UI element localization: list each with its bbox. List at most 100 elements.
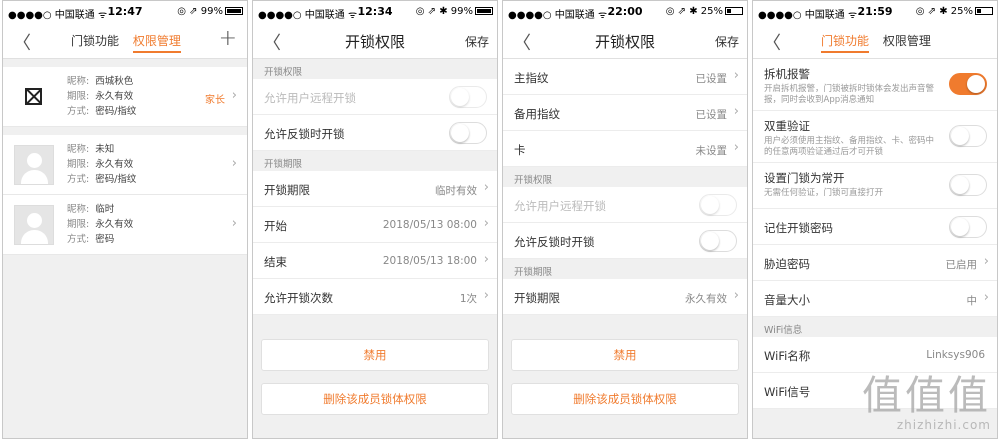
delete-member-permission-button[interactable]: 删除该成员锁体权限 xyxy=(511,383,739,415)
toggle-switch[interactable] xyxy=(949,216,987,238)
setting-label: WiFi名称 xyxy=(764,349,811,363)
user-avatar-icon xyxy=(14,145,54,185)
save-button[interactable]: 保存 xyxy=(465,33,489,50)
toggle-switch[interactable] xyxy=(949,73,987,95)
member-info: 昵称: 临时 期限: 永久有效 方式: 密码 xyxy=(67,202,133,247)
setting-wifi-name: WiFi名称 Linksys906 xyxy=(753,337,997,373)
toggle-switch[interactable] xyxy=(699,230,737,252)
tab-bar: 门锁功能 权限管理 xyxy=(71,32,191,53)
toggle-switch[interactable] xyxy=(949,174,987,196)
field-label: 昵称: xyxy=(67,144,90,155)
watermark-url: zhizhizhi.com xyxy=(896,418,991,432)
disable-button[interactable]: 禁用 xyxy=(511,339,739,371)
setting-label: WiFi信号 xyxy=(764,385,811,399)
nav-bar: 〈 开锁权限 保存 xyxy=(253,23,497,59)
save-button[interactable]: 保存 xyxy=(715,33,739,50)
setting-value: Linksys906 xyxy=(926,349,985,361)
delete-member-permission-button[interactable]: 删除该成员锁体权限 xyxy=(261,383,489,415)
toggle-switch[interactable] xyxy=(449,122,487,144)
section-header: 开锁期限 xyxy=(503,259,747,279)
settings-list: 主指纹 已设置 › 备用指纹 已设置 › 卡 未设置 › 开锁权限 允许用户远程… xyxy=(503,59,747,415)
battery-icon xyxy=(475,7,493,15)
setting-unlock-count[interactable]: 允许开锁次数 1次 › xyxy=(253,279,497,315)
setting-volume[interactable]: 音量大小 中 › xyxy=(753,281,997,317)
status-icons: ◎ ⇗ ✱ xyxy=(915,6,948,17)
setting-label: 允许用户远程开锁 xyxy=(264,91,356,105)
setting-unlock-term[interactable]: 开锁期限 永久有效 › xyxy=(503,279,747,315)
setting-label: 记住开锁密码 xyxy=(764,221,833,235)
setting-tamper-alarm: 拆机报警 开启拆机报警，门锁被拆时锁体会发出声音警报，同时会收到App消息通知 xyxy=(753,59,997,111)
toggle-switch[interactable] xyxy=(949,125,987,147)
status-bar: ●●●●○ 中国联通 ᯤ 22:00 ◎ ⇗ ✱ 25% xyxy=(503,1,747,23)
member-term: 永久有效 xyxy=(95,91,134,102)
tab-lock-functions[interactable]: 门锁功能 xyxy=(821,34,870,53)
setting-label: 允许用户远程开锁 xyxy=(514,199,606,213)
member-nickname: 未知 xyxy=(95,144,115,155)
screen-lock-functions: ●●●●○ 中国联通 ᯤ 21:59 ◎ ⇗ ✱ 25% 〈 门锁功能 权限管理… xyxy=(752,0,998,439)
settings-list: 拆机报警 开启拆机报警，门锁被拆时锁体会发出声音警报，同时会收到App消息通知 … xyxy=(753,59,997,409)
field-label: 方式: xyxy=(67,174,90,185)
setting-label: 音量大小 xyxy=(764,293,810,307)
setting-unlock-when-deadlocked: 允许反锁时开锁 xyxy=(503,223,747,259)
chevron-right-icon: › xyxy=(483,216,489,231)
screen-unlock-permission-permanent: ●●●●○ 中国联通 ᯤ 22:00 ◎ ⇗ ✱ 25% 〈 开锁权限 保存 主… xyxy=(502,0,748,439)
setting-value: 未设置 xyxy=(695,145,728,157)
add-icon[interactable]: + xyxy=(219,26,237,51)
battery-indicator: ◎ ⇗ 99% xyxy=(177,6,243,17)
battery-indicator: ◎ ⇗ ✱ 25% xyxy=(916,6,993,17)
toggle-switch[interactable] xyxy=(699,194,737,216)
setting-backup-fingerprint[interactable]: 备用指纹 已设置 › xyxy=(503,95,747,131)
back-icon[interactable]: 〈 xyxy=(13,29,31,55)
member-nickname: 临时 xyxy=(95,204,115,215)
screen-member-list: ●●●●○ 中国联通 ᯤ 12:47 ◎ ⇗ 99% 〈 门锁功能 权限管理 +… xyxy=(2,0,248,439)
field-label: 期限: xyxy=(67,159,90,170)
tab-bar: 门锁功能 权限管理 xyxy=(821,32,941,53)
tab-lock-functions[interactable]: 门锁功能 xyxy=(71,34,119,51)
setting-start[interactable]: 开始 2018/05/13 08:00 › xyxy=(253,207,497,243)
member-row[interactable]: 昵称: 西城秋色 期限: 永久有效 方式: 密码/指纹 家长 › xyxy=(3,67,247,127)
battery-icon xyxy=(225,7,243,15)
member-info: 昵称: 未知 期限: 永久有效 方式: 密码/指纹 xyxy=(67,142,136,187)
setting-unlock-term[interactable]: 开锁期限 临时有效 › xyxy=(253,171,497,207)
member-method: 密码/指纹 xyxy=(95,174,137,185)
chevron-right-icon: › xyxy=(983,254,989,269)
setting-value: 1次 xyxy=(459,293,477,305)
setting-value: 永久有效 xyxy=(685,293,727,305)
setting-always-open: 设置门锁为常开 无需任何验证，门锁可直接打开 xyxy=(753,163,997,209)
chevron-right-icon: › xyxy=(733,68,739,83)
member-list: 昵称: 西城秋色 期限: 永久有效 方式: 密码/指纹 家长 › 昵称: 未知 期限: 永… xyxy=(3,59,247,255)
section-header: WiFi信息 xyxy=(753,317,997,337)
status-icons: ◎ ⇗ ✱ xyxy=(665,6,698,17)
tab-permissions[interactable]: 权限管理 xyxy=(883,34,931,51)
setting-end[interactable]: 结束 2018/05/13 18:00 › xyxy=(253,243,497,279)
member-method: 密码/指纹 xyxy=(95,106,137,117)
chevron-right-icon: › xyxy=(231,216,237,231)
setting-main-fingerprint[interactable]: 主指纹 已设置 › xyxy=(503,59,747,95)
setting-value: 已设置 xyxy=(695,109,728,121)
chevron-right-icon: › xyxy=(983,290,989,305)
setting-label: 开锁期限 xyxy=(264,183,310,197)
setting-label: 备用指纹 xyxy=(514,107,560,121)
section-header: 开锁期限 xyxy=(253,151,497,171)
settings-list: 开锁权限 允许用户远程开锁 允许反锁时开锁 开锁期限 开锁期限 临时有效 › 开… xyxy=(253,59,497,415)
member-row[interactable]: 昵称: 临时 期限: 永久有效 方式: 密码 › xyxy=(3,195,247,255)
back-icon[interactable]: 〈 xyxy=(763,29,781,55)
setting-card[interactable]: 卡 未设置 › xyxy=(503,131,747,167)
setting-label: 允许反锁时开锁 xyxy=(264,127,345,141)
member-term: 永久有效 xyxy=(95,219,134,230)
status-bar: ●●●●○ 中国联通 ᯤ 12:34 ◎ ⇗ ✱ 99% xyxy=(253,1,497,23)
battery-indicator: ◎ ⇗ ✱ 99% xyxy=(416,6,493,17)
member-info: 昵称: 西城秋色 期限: 永久有效 方式: 密码/指纹 xyxy=(67,74,136,119)
setting-label: 允许开锁次数 xyxy=(264,291,333,305)
field-label: 方式: xyxy=(67,106,90,117)
setting-remote-unlock: 允许用户远程开锁 xyxy=(253,79,497,115)
tab-permissions[interactable]: 权限管理 xyxy=(132,34,181,53)
battery-indicator: ◎ ⇗ ✱ 25% xyxy=(666,6,743,17)
chevron-right-icon: › xyxy=(733,104,739,119)
screen-unlock-permission-temp: ●●●●○ 中国联通 ᯤ 12:34 ◎ ⇗ ✱ 99% 〈 开锁权限 保存 开… xyxy=(252,0,498,439)
member-row[interactable]: 昵称: 未知 期限: 永久有效 方式: 密码/指纹 › xyxy=(3,135,247,195)
setting-duress-password[interactable]: 胁迫密码 已启用 › xyxy=(753,245,997,281)
member-nickname: 西城秋色 xyxy=(95,76,134,87)
toggle-switch[interactable] xyxy=(449,86,487,108)
disable-button[interactable]: 禁用 xyxy=(261,339,489,371)
